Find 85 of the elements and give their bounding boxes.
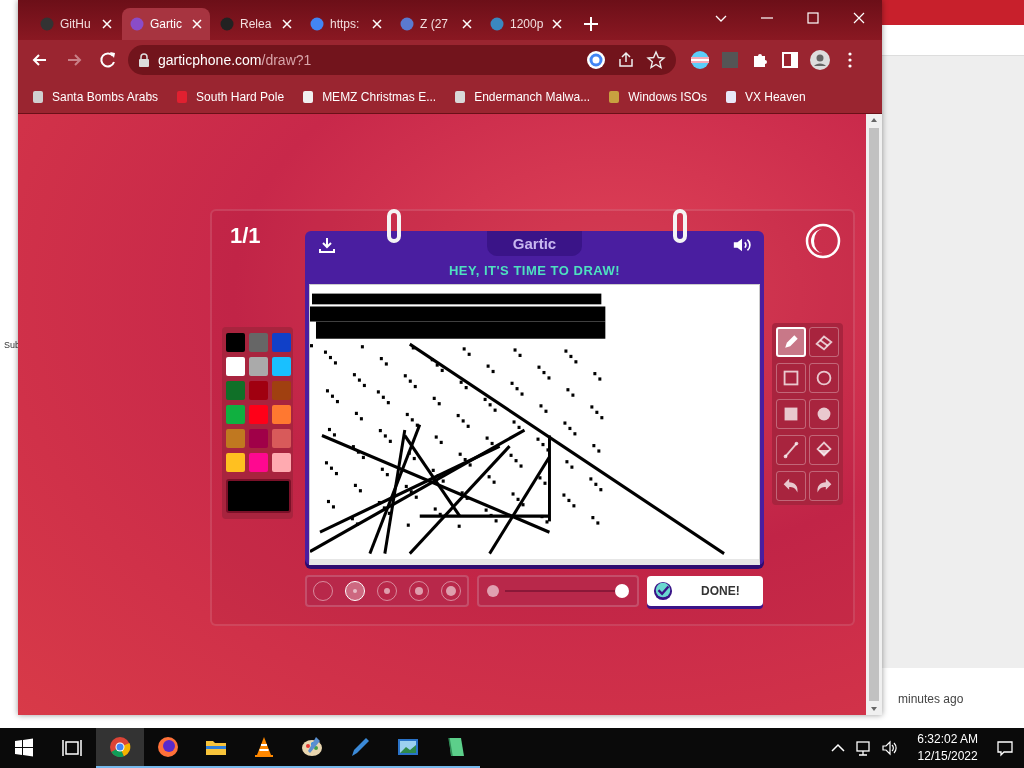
browser-tab[interactable]: Relea xyxy=(212,8,300,40)
pencil-tool-button[interactable] xyxy=(776,327,806,357)
plus-icon[interactable] xyxy=(582,15,600,33)
profile-icon[interactable] xyxy=(810,50,830,70)
taskbar-app-button[interactable] xyxy=(96,728,144,768)
tab-favicon-icon xyxy=(400,17,414,31)
browser-tab[interactable]: Gartic xyxy=(122,8,210,40)
status-text: minutes ago xyxy=(898,692,964,706)
google-icon[interactable] xyxy=(586,50,606,70)
close-icon[interactable] xyxy=(192,19,202,29)
color-swatch[interactable] xyxy=(249,453,268,472)
browser-tab[interactable]: https: xyxy=(302,8,390,40)
firefox-icon xyxy=(156,735,180,759)
tab-favicon-icon xyxy=(130,17,144,31)
palette-icon xyxy=(300,735,324,759)
color-swatch[interactable] xyxy=(272,333,291,352)
color-swatch[interactable] xyxy=(249,381,268,400)
color-swatch[interactable] xyxy=(272,453,291,472)
color-swatch[interactable] xyxy=(272,429,291,448)
volume-icon[interactable] xyxy=(881,739,900,757)
close-icon[interactable] xyxy=(372,19,382,29)
color-swatch[interactable] xyxy=(226,405,245,424)
flag-icon[interactable] xyxy=(690,50,710,70)
color-swatch[interactable] xyxy=(249,405,268,424)
bookmark-link[interactable]: VX Heaven xyxy=(722,88,806,105)
filled-rect-tool-button[interactable] xyxy=(776,399,806,429)
address-bar[interactable]: garticphone.com/draw?1 xyxy=(128,45,676,75)
notification-icon[interactable] xyxy=(996,739,1014,757)
close-icon[interactable] xyxy=(102,19,112,29)
bucket-tool-button[interactable] xyxy=(809,435,839,465)
color-swatch[interactable] xyxy=(272,405,291,424)
color-swatch[interactable] xyxy=(249,429,268,448)
eraser-tool-button[interactable] xyxy=(809,327,839,357)
close-icon[interactable] xyxy=(282,19,292,29)
scrollbar[interactable] xyxy=(866,114,882,715)
undo-tool-button[interactable] xyxy=(776,471,806,501)
rect-tool-button[interactable] xyxy=(776,363,806,393)
color-swatch[interactable] xyxy=(249,333,268,352)
browser-tab[interactable]: GitHu xyxy=(32,8,120,40)
half-moon-icon[interactable] xyxy=(805,223,841,259)
opacity-slider[interactable] xyxy=(505,582,629,600)
brush-size-option[interactable] xyxy=(345,581,365,601)
color-swatch[interactable] xyxy=(226,429,245,448)
instruction-heading: HEY, IT'S TIME TO DRAW! xyxy=(447,263,622,278)
logo: Gartic xyxy=(486,231,583,256)
done-button[interactable]: DONE! xyxy=(647,576,763,606)
side-panel-icon[interactable] xyxy=(780,50,800,70)
tab-favicon-icon xyxy=(310,17,324,31)
download-icon[interactable] xyxy=(317,235,337,255)
tab-favicon-icon xyxy=(220,17,234,31)
check-icon xyxy=(653,581,673,601)
redo-tool-button[interactable] xyxy=(809,471,839,501)
browser-tab[interactable]: 1200p xyxy=(482,8,570,40)
close-icon[interactable] xyxy=(462,19,472,29)
cone-icon xyxy=(252,735,276,759)
color-swatch[interactable] xyxy=(272,357,291,376)
filled-ellipse-tool-button[interactable] xyxy=(809,399,839,429)
lock-icon xyxy=(138,53,150,67)
dot-icon xyxy=(487,585,499,597)
ring-binder xyxy=(673,209,687,243)
round-counter: 1/1 xyxy=(230,223,262,249)
star-icon[interactable] xyxy=(646,50,666,70)
bookmark-link[interactable]: Windows ISOs xyxy=(606,88,707,105)
close-icon[interactable] xyxy=(552,19,562,29)
tab-favicon-icon xyxy=(40,17,54,31)
bookmark-link[interactable]: Santa Bombs Arabs xyxy=(30,88,159,105)
browser-tab[interactable]: Z (27 xyxy=(392,8,480,40)
bookmark-link[interactable]: South Hard Pole xyxy=(174,88,285,105)
bookmark-link[interactable]: Endermanch Malwa... xyxy=(452,88,591,105)
color-swatch[interactable] xyxy=(272,381,291,400)
reload-icon[interactable] xyxy=(98,50,118,70)
tab-favicon-icon xyxy=(490,17,504,31)
bookmark-link[interactable]: MEMZ Christmas E... xyxy=(300,88,437,105)
color-swatch[interactable] xyxy=(226,333,245,352)
ellipse-tool-button[interactable] xyxy=(809,363,839,393)
share-icon[interactable] xyxy=(616,50,636,70)
color-swatch[interactable] xyxy=(226,381,245,400)
bookmark-icon xyxy=(30,88,46,105)
color-swatch[interactable] xyxy=(249,357,268,376)
clock[interactable]: 6:32:02 AM 12/15/2022 xyxy=(917,731,978,765)
ring-binder xyxy=(387,209,401,243)
color-swatch[interactable] xyxy=(226,357,245,376)
chrome-icon xyxy=(108,735,132,759)
color-swatch[interactable] xyxy=(226,453,245,472)
line-tool-button[interactable] xyxy=(776,435,806,465)
